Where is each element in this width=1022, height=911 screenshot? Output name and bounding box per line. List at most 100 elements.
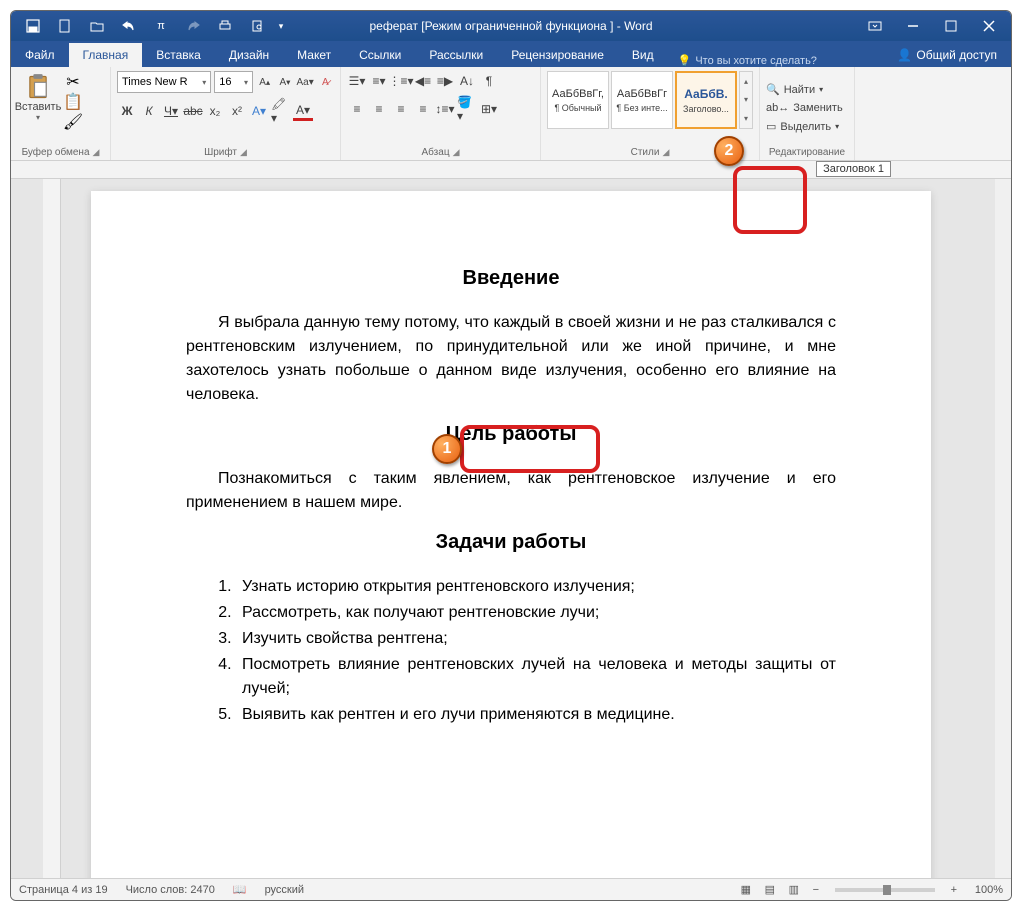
tell-me-search[interactable]: 💡 Что вы хотите сделать? bbox=[678, 54, 817, 67]
find-button[interactable]: 🔍Найти▾ bbox=[766, 81, 823, 98]
word-count[interactable]: Число слов: 2470 bbox=[126, 884, 215, 896]
print-icon[interactable] bbox=[211, 13, 239, 39]
save-icon[interactable] bbox=[19, 13, 47, 39]
paragraph-2[interactable]: Познакомиться с таким явлением, как рент… bbox=[186, 467, 836, 515]
undo-icon[interactable] bbox=[115, 13, 143, 39]
close-icon[interactable] bbox=[971, 14, 1007, 38]
tab-design[interactable]: Дизайн bbox=[215, 43, 283, 67]
clipboard-launcher-icon[interactable]: ◢ bbox=[93, 147, 100, 158]
zoom-out-button[interactable]: − bbox=[805, 881, 827, 899]
cut-icon[interactable]: ✂ bbox=[63, 73, 83, 91]
paragraph-1[interactable]: Я выбрала данную тему потому, что каждый… bbox=[186, 311, 836, 407]
paragraph-launcher-icon[interactable]: ◢ bbox=[453, 147, 460, 158]
read-mode-icon[interactable]: ▦ bbox=[735, 881, 757, 899]
font-name-combo[interactable]: Times New R▾ bbox=[117, 71, 211, 93]
borders-icon[interactable]: ⊞▾ bbox=[479, 99, 499, 119]
title-bar: π ▾ реферат [Режим ограниченной функцион… bbox=[11, 11, 1011, 41]
tab-mailings[interactable]: Рассылки bbox=[415, 43, 497, 67]
change-case-icon[interactable]: Aa▾ bbox=[296, 73, 313, 91]
tab-references[interactable]: Ссылки bbox=[345, 43, 415, 67]
text-effects-icon[interactable]: A▾ bbox=[249, 101, 269, 121]
copy-icon[interactable]: 📋 bbox=[63, 93, 83, 111]
tab-insert[interactable]: Вставка bbox=[142, 43, 215, 67]
show-marks-icon[interactable]: ¶ bbox=[479, 71, 499, 91]
zoom-slider[interactable] bbox=[835, 888, 935, 892]
status-bar: Страница 4 из 19 Число слов: 2470 📖 русс… bbox=[11, 878, 1011, 900]
align-left-icon[interactable]: ≡ bbox=[347, 99, 367, 119]
font-color-icon[interactable]: A▾ bbox=[293, 101, 313, 121]
align-center-icon[interactable]: ≡ bbox=[369, 99, 389, 119]
styles-launcher-icon[interactable]: ◢ bbox=[662, 147, 669, 158]
font-size-combo[interactable]: 16▾ bbox=[214, 71, 253, 93]
person-icon: 👤 bbox=[897, 48, 912, 62]
language-indicator[interactable]: русский bbox=[265, 884, 304, 896]
spell-check-icon[interactable]: 📖 bbox=[233, 883, 247, 896]
tab-view[interactable]: Вид bbox=[618, 43, 668, 67]
grow-font-icon[interactable]: A▴ bbox=[256, 73, 273, 91]
zoom-in-button[interactable]: + bbox=[943, 881, 965, 899]
tab-review[interactable]: Рецензирование bbox=[497, 43, 618, 67]
editing-group-label: Редактирование bbox=[769, 147, 845, 158]
vertical-ruler[interactable] bbox=[43, 179, 61, 878]
align-right-icon[interactable]: ≡ bbox=[391, 99, 411, 119]
bullets-icon[interactable]: ☰▾ bbox=[347, 71, 367, 91]
bold-button[interactable]: Ж bbox=[117, 101, 137, 121]
tab-layout[interactable]: Макет bbox=[283, 43, 345, 67]
horizontal-ruler[interactable]: Заголовок 1 bbox=[11, 161, 1011, 179]
preview-icon[interactable] bbox=[243, 13, 271, 39]
paste-button[interactable]: Вставить ▾ bbox=[17, 71, 59, 122]
style-normal[interactable]: АаБбВвГг, ¶ Обычный bbox=[547, 71, 609, 129]
clear-format-icon[interactable]: A̷ bbox=[317, 73, 334, 91]
highlight-icon[interactable]: 🖍▾ bbox=[271, 101, 291, 121]
subscript-button[interactable]: x₂ bbox=[205, 101, 225, 121]
list-item[interactable]: Выявить как рентген и его лучи применяют… bbox=[236, 703, 836, 727]
redo-icon[interactable] bbox=[179, 13, 207, 39]
shrink-font-icon[interactable]: A▾ bbox=[276, 73, 293, 91]
style-heading-1[interactable]: АаБбВ. Заголово... bbox=[675, 71, 737, 129]
multilevel-icon[interactable]: ⋮≡▾ bbox=[391, 71, 411, 91]
print-layout-icon[interactable]: ▤ bbox=[759, 881, 781, 899]
web-layout-icon[interactable]: ▥ bbox=[783, 881, 805, 899]
justify-icon[interactable]: ≡ bbox=[413, 99, 433, 119]
list-item[interactable]: Рассмотреть, как получают рентгеновские … bbox=[236, 601, 836, 625]
list-item[interactable]: Изучить свойства рентгена; bbox=[236, 627, 836, 651]
numbering-icon[interactable]: ≡▾ bbox=[369, 71, 389, 91]
font-launcher-icon[interactable]: ◢ bbox=[240, 147, 247, 158]
format-painter-icon[interactable]: 🖌 bbox=[63, 113, 83, 131]
list-item[interactable]: Посмотреть влияние рентгеновских лучей н… bbox=[236, 653, 836, 701]
document-page[interactable]: Введение Я выбрала данную тему потому, ч… bbox=[91, 191, 931, 878]
underline-button[interactable]: Ч▾ bbox=[161, 101, 181, 121]
shading-icon[interactable]: 🪣▾ bbox=[457, 99, 477, 119]
ribbon-options-icon[interactable] bbox=[857, 14, 893, 38]
heading-goal[interactable]: Цель работы bbox=[186, 419, 836, 449]
line-spacing-icon[interactable]: ↕≡▾ bbox=[435, 99, 455, 119]
new-doc-icon[interactable] bbox=[51, 13, 79, 39]
heading-intro[interactable]: Введение bbox=[186, 263, 836, 293]
decrease-indent-icon[interactable]: ◀≡ bbox=[413, 71, 433, 91]
share-button[interactable]: 👤 Общий доступ bbox=[883, 43, 1011, 67]
style-no-spacing[interactable]: АаБбВвГг ¶ Без инте... bbox=[611, 71, 673, 129]
increase-indent-icon[interactable]: ≡▶ bbox=[435, 71, 455, 91]
strike-button[interactable]: abc bbox=[183, 101, 203, 121]
superscript-button[interactable]: x² bbox=[227, 101, 247, 121]
styles-gallery-expand-icon[interactable]: ▴▾▾ bbox=[739, 71, 753, 129]
tasks-list[interactable]: Узнать историю открытия рентгеновского и… bbox=[236, 575, 836, 727]
window-title: реферат [Режим ограниченной функциона ] … bbox=[369, 19, 652, 33]
tab-home[interactable]: Главная bbox=[69, 43, 143, 67]
minimize-icon[interactable] bbox=[895, 14, 931, 38]
find-icon: 🔍 bbox=[766, 83, 780, 96]
vertical-scrollbar[interactable] bbox=[995, 179, 1011, 878]
tab-file[interactable]: Файл bbox=[11, 43, 69, 67]
italic-button[interactable]: К bbox=[139, 101, 159, 121]
select-button[interactable]: ▭Выделить▾ bbox=[766, 118, 839, 135]
open-icon[interactable] bbox=[83, 13, 111, 39]
equation-icon[interactable]: π bbox=[147, 13, 175, 39]
sort-icon[interactable]: A↓ bbox=[457, 71, 477, 91]
page-indicator[interactable]: Страница 4 из 19 bbox=[19, 884, 108, 896]
maximize-icon[interactable] bbox=[933, 14, 969, 38]
heading-tasks[interactable]: Задачи работы bbox=[186, 527, 836, 557]
list-item[interactable]: Узнать историю открытия рентгеновского и… bbox=[236, 575, 836, 599]
zoom-level[interactable]: 100% bbox=[975, 884, 1003, 896]
replace-button[interactable]: ab↔Заменить bbox=[766, 100, 843, 116]
qat-dropdown-icon[interactable]: ▾ bbox=[275, 13, 287, 39]
